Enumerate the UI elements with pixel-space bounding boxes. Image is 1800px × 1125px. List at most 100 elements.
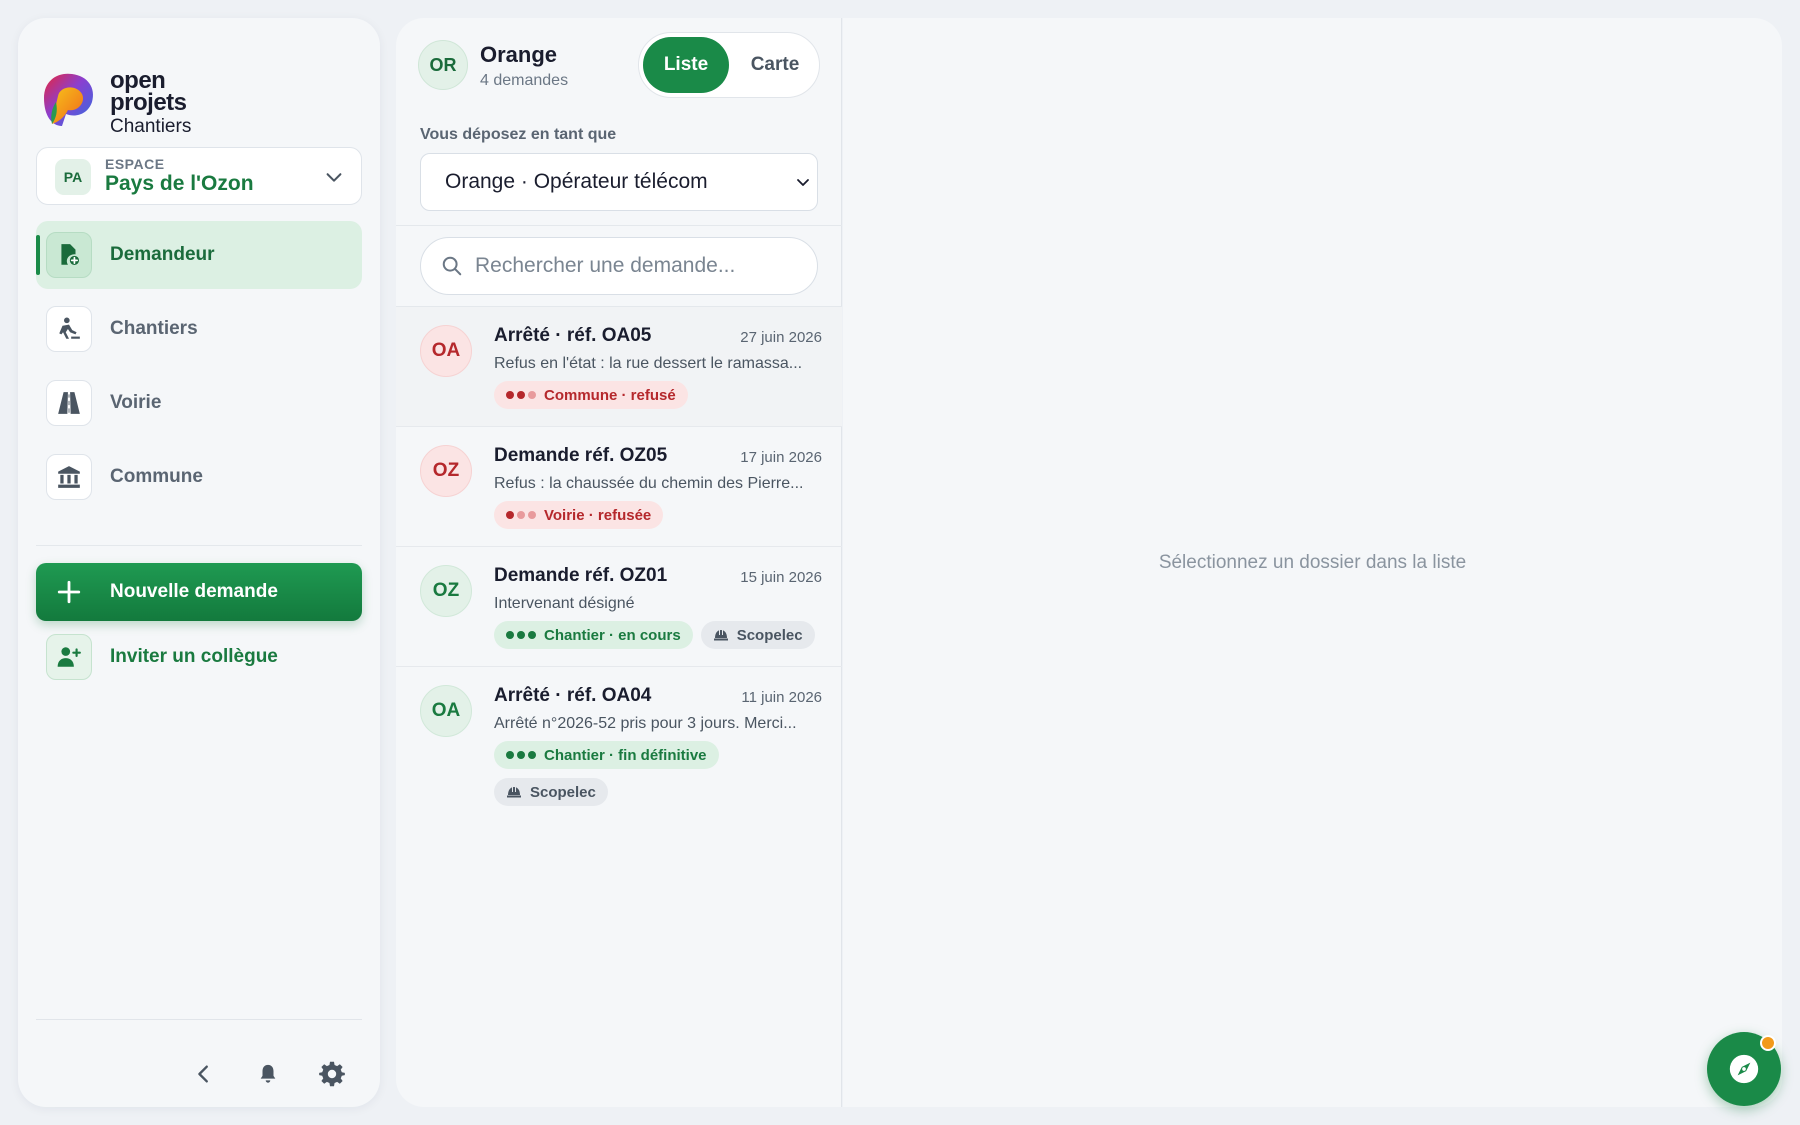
chevron-left-icon (198, 1065, 208, 1083)
file-plus-icon (46, 232, 92, 278)
request-item[interactable]: OA Arrêté · réf. OA04 11 juin 2026 Arrêt… (396, 667, 842, 817)
contractor-badge: Scopelec (700, 621, 815, 649)
view-toggle-list[interactable]: Liste (643, 37, 729, 93)
detail-panel: Sélectionnez un dossier dans la liste (843, 18, 1782, 1107)
status-dots (506, 751, 536, 759)
request-list-panel: OR Orange 4 demandes Liste Carte Vous dé… (396, 18, 842, 1107)
gear-icon (319, 1061, 345, 1087)
space-selector[interactable]: PA ESPACE Pays de l'Ozon (36, 147, 362, 205)
status-badge: Commune · refusé (494, 381, 688, 409)
user-plus-icon (46, 634, 92, 680)
search-box (420, 237, 818, 295)
nav-item-chantiers[interactable]: Chantiers (36, 295, 362, 363)
request-list: OA Arrêté · réf. OA05 27 juin 2026 Refus… (396, 307, 842, 817)
nav-label: Chantiers (110, 318, 198, 339)
request-title: Arrêté · réf. OA05 (494, 325, 652, 346)
status-label: Chantier · fin définitive (544, 746, 707, 764)
view-toggle-map[interactable]: Carte (735, 37, 815, 93)
request-description: Refus en l'état : la rue dessert le rama… (494, 355, 803, 372)
org-avatar: OR (418, 40, 468, 90)
nav-item-voirie[interactable]: Voirie (36, 369, 362, 437)
chevron-down-icon (797, 179, 809, 186)
request-item[interactable]: OZ Demande réf. OZ05 17 juin 2026 Refus … (396, 427, 842, 547)
request-date: 17 juin 2026 (740, 449, 822, 466)
nav-item-demandeur[interactable]: Demandeur (36, 221, 362, 289)
contractor-label: Scopelec (530, 783, 596, 801)
status-dots (506, 391, 536, 399)
request-title: Demande réf. OZ01 (494, 565, 668, 586)
main-nav: Demandeur Chantiers Voirie Commune (36, 221, 362, 517)
helmet-icon (507, 787, 521, 798)
status-badge: Voirie · refusée (494, 501, 664, 529)
empty-state-message: Sélectionnez un dossier dans la liste (1158, 552, 1467, 573)
new-request-button[interactable]: Nouvelle demande (36, 563, 362, 621)
request-item[interactable]: OZ Demande réf. OZ01 15 juin 2026 Interv… (396, 547, 842, 667)
chevron-down-icon (326, 173, 342, 182)
request-title: Arrêté · réf. OA04 (494, 685, 652, 706)
brand-line-2: projets (110, 89, 187, 116)
status-dots (506, 511, 536, 519)
contractor-badge: Scopelec (494, 778, 608, 806)
space-label: ESPACE (105, 156, 165, 172)
brand-wordmark: open projets Chantiers (110, 69, 192, 138)
search-input[interactable] (475, 254, 795, 278)
status-badge: Chantier · en cours (494, 621, 693, 649)
status-label: Voirie · refusée (544, 506, 652, 524)
notification-dot (1760, 1035, 1776, 1051)
depose-role-value: Orange · Opérateur télécom (445, 170, 708, 193)
request-avatar: OA (420, 325, 472, 377)
request-tags: Chantier · fin définitive Scopelec (494, 741, 824, 806)
request-tags: Chantier · en cours Scopelec (494, 621, 824, 649)
request-description: Intervenant désigné (494, 595, 635, 612)
depose-role-select[interactable]: Orange · Opérateur télécom (420, 153, 818, 211)
contractor-label: Scopelec (736, 626, 803, 644)
request-title: Demande réf. OZ05 (494, 445, 668, 466)
org-request-count: 4 demandes (480, 72, 569, 89)
new-request-label: Nouvelle demande (110, 581, 278, 602)
request-avatar: OZ (420, 445, 472, 497)
request-avatar: OA (420, 685, 472, 737)
sidebar: open projets Chantiers PA ESPACE Pays de… (18, 18, 380, 1107)
notifications-button[interactable] (252, 1058, 284, 1090)
status-label: Commune · refusé (544, 386, 676, 404)
space-avatar: PA (55, 159, 91, 195)
search-icon (442, 256, 462, 276)
brand-line-3: Chantiers (110, 116, 192, 137)
nav-divider (36, 545, 362, 546)
request-tags: Voirie · refusée (494, 501, 824, 529)
bell-icon (260, 1064, 276, 1083)
request-description: Refus : la chaussée du chemin des Pierre… (494, 475, 804, 492)
logo-mark-icon (44, 73, 94, 126)
view-toggle: Liste Carte (638, 32, 820, 98)
footer-divider (36, 1019, 362, 1020)
status-badge: Chantier · fin définitive (494, 741, 719, 769)
sidebar-footer (188, 1058, 348, 1090)
settings-button[interactable] (316, 1058, 348, 1090)
brand-logo[interactable]: open projets Chantiers (36, 50, 236, 137)
request-avatar: OZ (420, 565, 472, 617)
status-dots (506, 631, 536, 639)
collapse-sidebar-button[interactable] (188, 1058, 220, 1090)
request-item[interactable]: OA Arrêté · réf. OA05 27 juin 2026 Refus… (396, 307, 842, 427)
helmet-icon (713, 630, 728, 641)
nav-label: Demandeur (110, 244, 215, 265)
request-description: Arrêté n°2026-52 pris pour 3 jours. Merc… (494, 715, 797, 732)
space-name: Pays de l'Ozon (105, 172, 254, 195)
invite-colleague-button[interactable]: Inviter un collègue (36, 628, 362, 686)
request-tags: Commune · refusé (494, 381, 824, 409)
compass-icon (1729, 1054, 1759, 1084)
nav-label: Commune (110, 466, 203, 487)
invite-label: Inviter un collègue (110, 646, 278, 667)
depose-label: Vous déposez en tant que (420, 126, 617, 143)
org-name: Orange (480, 42, 558, 67)
request-date: 27 juin 2026 (740, 329, 822, 346)
request-date: 15 juin 2026 (740, 569, 822, 586)
road-icon (46, 380, 92, 426)
nav-label: Voirie (110, 392, 162, 413)
nav-item-commune[interactable]: Commune (36, 443, 362, 511)
request-date: 11 juin 2026 (741, 689, 822, 706)
worker-icon (46, 306, 92, 352)
plus-icon (57, 580, 81, 604)
status-label: Chantier · en cours (544, 626, 681, 644)
bank-icon (46, 454, 92, 500)
